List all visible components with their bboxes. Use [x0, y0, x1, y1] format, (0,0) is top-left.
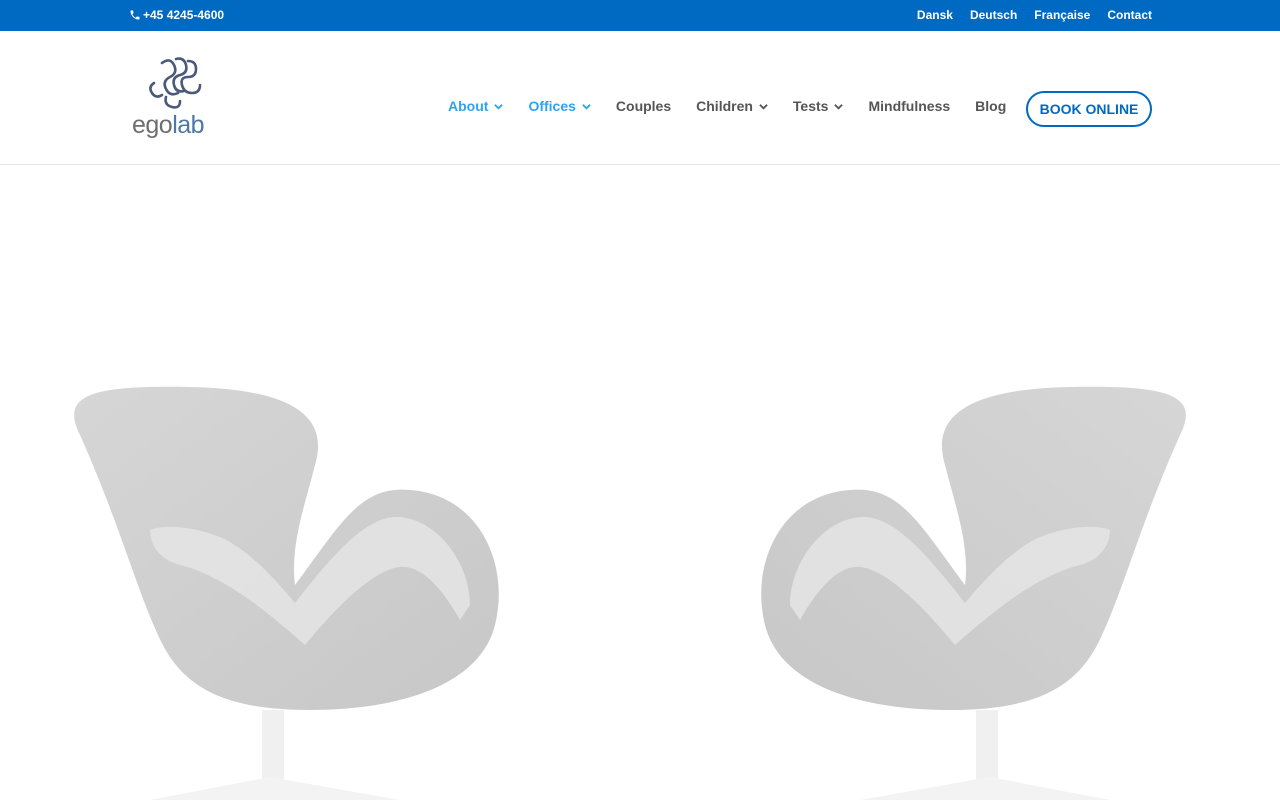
chevron-down-icon	[759, 103, 768, 110]
nav-item-tests[interactable]: Tests	[793, 98, 844, 114]
lang-link-deutsch[interactable]: Deutsch	[970, 8, 1017, 22]
chevron-down-icon	[494, 103, 504, 110]
phone-number[interactable]: +45 4245-4600	[129, 8, 224, 22]
right-chair-image	[761, 386, 1186, 800]
phone-icon	[130, 10, 140, 20]
contact-link[interactable]: Contact	[1107, 8, 1152, 22]
nav-children-label: Children	[696, 98, 753, 114]
nav-item-children[interactable]: Children	[696, 98, 768, 114]
main-header: egolab About Offices Couples Children Te…	[0, 31, 1280, 165]
logo-wordmark: egolab	[132, 111, 205, 140]
nav-tests-label: Tests	[792, 98, 829, 114]
nav-about-label: About	[448, 98, 489, 114]
nav-item-couples[interactable]: Couples	[616, 98, 671, 114]
nav-mindfulness-label: Mindfulness	[868, 98, 951, 114]
logo-mark-icon	[149, 57, 202, 109]
egolab-logo[interactable]: egolab	[132, 57, 222, 147]
nav-item-mindfulness[interactable]: Mindfulness	[868, 98, 950, 114]
nav-offices-label: Offices	[528, 98, 576, 114]
phone-text: +45 4245-4600	[143, 8, 225, 22]
top-bar: +45 4245-4600 Dansk Deutsch Française Co…	[0, 0, 1280, 31]
chevron-down-icon	[834, 103, 844, 110]
nav-item-offices[interactable]: Offices	[528, 98, 591, 114]
nav-couples-label: Couples	[615, 98, 672, 114]
main-nav: About Offices Couples Children Tests Min…	[448, 98, 1031, 114]
logo-ego: ego	[132, 111, 173, 139]
nav-item-about[interactable]: About	[448, 98, 504, 114]
lang-link-dansk[interactable]: Dansk	[917, 8, 953, 22]
chevron-down-icon	[582, 103, 591, 110]
nav-item-blog[interactable]: Blog	[975, 98, 1006, 114]
book-online-button[interactable]: BOOK ONLINE	[1026, 91, 1152, 127]
left-chair-image	[74, 386, 499, 800]
lang-link-francaise[interactable]: Française	[1034, 8, 1090, 22]
logo-lab: lab	[172, 111, 205, 139]
hero-image	[0, 165, 1280, 800]
nav-blog-label: Blog	[975, 98, 1007, 114]
